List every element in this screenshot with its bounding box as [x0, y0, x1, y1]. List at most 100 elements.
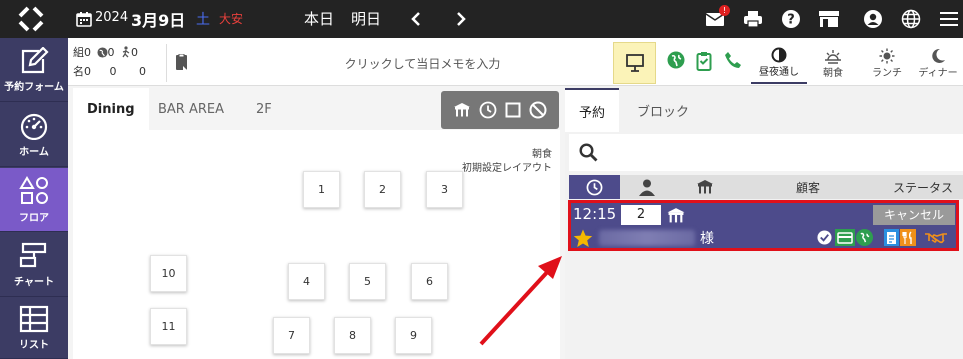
logo-icon[interactable]	[16, 4, 46, 34]
floor-meal-label: 朝食	[532, 149, 552, 160]
reservation-honorific: 様	[700, 231, 714, 247]
list-icon	[19, 305, 49, 333]
calendar-icon[interactable]	[72, 7, 96, 31]
table-icon	[666, 207, 686, 228]
floor-tab-2f[interactable]: 2F	[256, 88, 272, 130]
half-circle-icon	[771, 47, 787, 62]
walkin-groups-count: 0	[131, 46, 138, 59]
info-bar: 組0 0 0 名0 0 0 クリックして当日メモを入力 昼夜通し 朝食 ランチ	[68, 38, 963, 86]
easel-icon	[625, 54, 644, 72]
svg-text:?: ?	[787, 13, 795, 28]
sidebar-item-label: リスト	[19, 340, 49, 351]
table-view-icon[interactable]	[453, 102, 471, 118]
web-groups-count: 0	[107, 46, 115, 59]
check-circle-icon	[816, 229, 832, 246]
web-booking-icon[interactable]	[667, 51, 685, 73]
web-booking-icon	[856, 229, 873, 246]
mail-badge: !	[719, 5, 730, 16]
tab-blocks[interactable]: ブロック	[637, 88, 689, 132]
sidebar-item-floor[interactable]: フロア	[0, 168, 68, 232]
user-icon[interactable]	[861, 7, 885, 31]
table-8[interactable]: 8	[334, 317, 371, 354]
daily-memo-field[interactable]: クリックして当日メモを入力	[166, 44, 678, 82]
table-6[interactable]: 6	[411, 263, 448, 300]
table-4[interactable]: 4	[288, 263, 325, 300]
handshake-icon	[923, 229, 949, 246]
star-icon	[573, 229, 593, 252]
table-11[interactable]: 11	[150, 308, 187, 345]
printer-icon[interactable]	[741, 7, 765, 31]
hamburger-icon[interactable]	[937, 7, 961, 31]
reservation-time: 12:15	[573, 205, 617, 223]
phone-icon[interactable]	[724, 51, 742, 73]
guest-header[interactable]: 顧客	[769, 175, 847, 199]
tomorrow-button[interactable]: 明日	[351, 8, 381, 29]
meal-label: 朝食	[823, 67, 843, 79]
sidebar-item-label: 予約フォーム	[4, 81, 64, 93]
meal-all-day[interactable]: 昼夜通し	[751, 42, 807, 84]
table-10[interactable]: 10	[150, 255, 187, 292]
sort-time-header[interactable]	[569, 175, 620, 199]
reservation-guest-name	[599, 230, 695, 246]
sidebar: 予約フォーム ホーム フロア チャート リスト	[0, 38, 68, 359]
sidebar-item-label: チャート	[14, 276, 54, 288]
chevron-left-icon[interactable]	[404, 7, 428, 31]
reservation-party-size: 2	[621, 205, 661, 225]
groups-label: 組	[73, 46, 84, 59]
help-icon[interactable]: ?	[779, 7, 803, 31]
sidebar-item-label: フロア	[19, 212, 49, 224]
reservation-search[interactable]	[569, 134, 963, 171]
status-header[interactable]: ステータス	[883, 175, 963, 199]
floor-tab-bar-area[interactable]: BAR AREA	[158, 88, 224, 130]
floor-panel: Dining BAR AREA 2F 朝食 初期設定レイアウト 1 2 3 4 …	[68, 86, 565, 359]
prohibit-icon[interactable]	[529, 101, 547, 119]
top-bar: 2024 3月9日 土 大安 本日 明日 ! ?	[0, 0, 963, 38]
today-button[interactable]: 本日	[304, 8, 334, 29]
names-label: 名	[73, 65, 84, 78]
cutlery-icon	[900, 229, 916, 246]
meal-lunch[interactable]: ランチ	[859, 42, 915, 84]
table-3[interactable]: 3	[426, 171, 463, 208]
clock-icon[interactable]	[479, 101, 497, 119]
clipboard-icon[interactable]	[696, 51, 712, 75]
easel-button[interactable]	[613, 42, 656, 84]
table-icon	[697, 180, 713, 194]
reservation-table-header: 顧客 ステータス	[569, 175, 963, 199]
meal-breakfast[interactable]: 朝食	[805, 42, 861, 84]
sort-table-header[interactable]	[690, 175, 720, 199]
meal-dinner[interactable]: ディナー	[913, 42, 963, 84]
sidebar-item-home[interactable]: ホーム	[0, 103, 68, 167]
globe-icon[interactable]	[899, 7, 923, 31]
table-2[interactable]: 2	[364, 171, 401, 208]
tab-reservations[interactable]: 予約	[565, 88, 620, 132]
mail-icon[interactable]: !	[703, 5, 730, 31]
table-5[interactable]: 5	[349, 263, 386, 300]
sort-party-header[interactable]	[631, 175, 663, 199]
table-9[interactable]: 9	[395, 317, 432, 354]
groups-count: 0	[84, 46, 91, 59]
chevron-right-icon[interactable]	[449, 7, 473, 31]
floor-tab-dining[interactable]: Dining	[73, 88, 149, 130]
shop-icon[interactable]	[817, 7, 841, 31]
reservation-row[interactable]: 12:15 2 キャンセル 様	[569, 202, 958, 251]
date-text[interactable]: 3月9日	[131, 7, 185, 31]
floor-layout-label: 初期設定レイアウト	[462, 163, 552, 174]
gauge-icon	[20, 113, 48, 140]
sidebar-item-reservation-form[interactable]: 予約フォーム	[0, 38, 68, 102]
floor-canvas: 朝食 初期設定レイアウト 1 2 3 4 5 6 7 8 9 10 11	[73, 130, 560, 359]
reservation-status-badge[interactable]: キャンセル	[873, 205, 955, 225]
sidebar-item-list[interactable]: リスト	[0, 298, 68, 359]
square-icon[interactable]	[505, 102, 521, 118]
clock-icon	[586, 179, 603, 195]
table-1[interactable]: 1	[303, 171, 340, 208]
table-7[interactable]: 7	[273, 317, 310, 354]
chart-icon	[19, 242, 47, 267]
walkin-icon	[121, 46, 131, 63]
sunrise-icon	[825, 49, 841, 64]
reservation-panel: 予約 ブロック 顧客 ステータス 12:15 2 キャンセル 様	[565, 86, 963, 359]
sidebar-item-chart[interactable]: チャート	[0, 233, 68, 297]
credit-card-icon	[835, 229, 855, 246]
walkin-names-count: 0	[139, 65, 146, 78]
memo-icon	[175, 53, 189, 75]
search-input[interactable]	[609, 140, 949, 164]
